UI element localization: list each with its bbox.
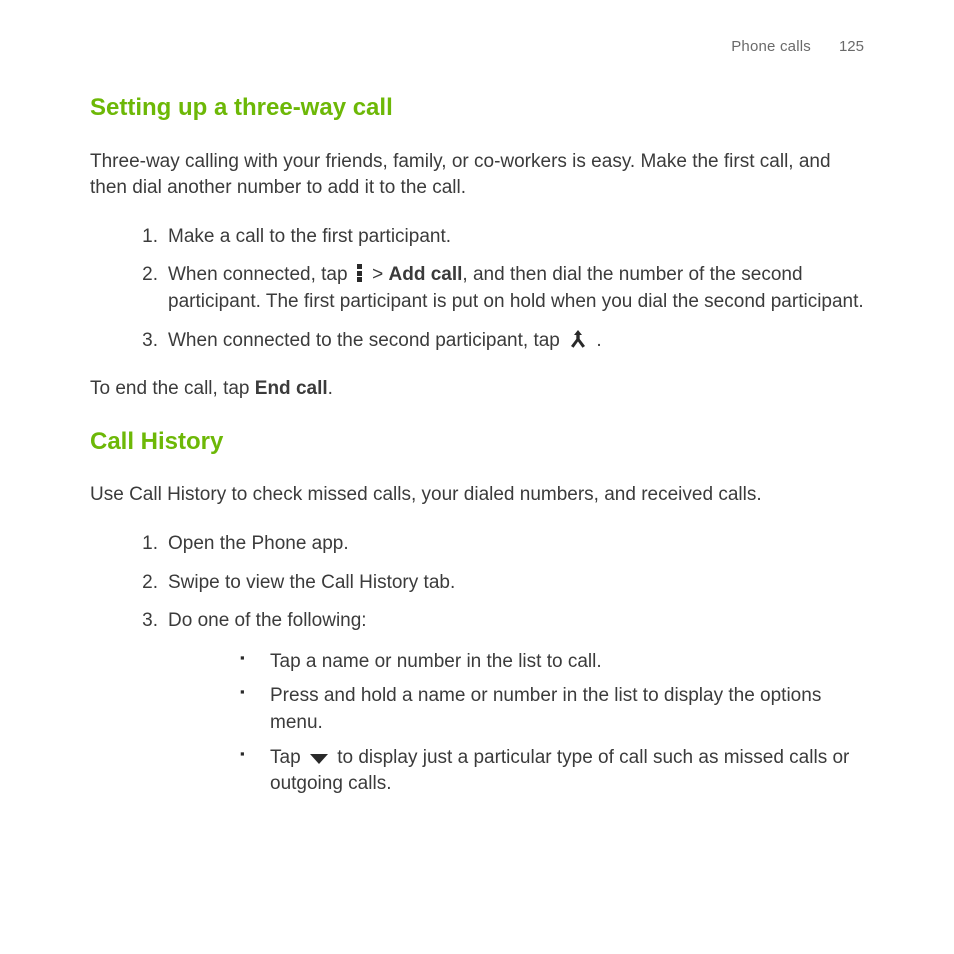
step-number: 2.: [130, 570, 158, 597]
closer-three-way-call: To end the call, tap End call.: [90, 376, 864, 403]
step-number: 3.: [130, 328, 158, 355]
step-3: 3. When connected to the second particip…: [130, 328, 864, 355]
bullet-text-b: to display just a particular type of cal…: [270, 747, 849, 795]
header-page-number: 125: [839, 36, 864, 57]
bullet-list: Tap a name or number in the list to call…: [168, 649, 864, 798]
step-text: Swipe to view the Call History tab.: [168, 572, 455, 593]
step-text-part-a: When connected to the second participant…: [168, 330, 565, 351]
step-text: Make a call to the first participant.: [168, 226, 451, 247]
heading-three-way-call: Setting up a three-way call: [90, 91, 864, 125]
bullet-1: Tap a name or number in the list to call…: [240, 649, 864, 676]
step-number: 1.: [130, 224, 158, 251]
dropdown-filter-icon: [310, 754, 328, 764]
step-3: 3. Do one of the following: Tap a name o…: [130, 608, 864, 798]
step-text: Open the Phone app.: [168, 533, 349, 554]
closer-b: .: [328, 378, 333, 399]
step-2: 2. When connected, tap > Add call, and t…: [130, 262, 864, 315]
more-options-icon: [357, 264, 363, 282]
page-header: Phone calls 125: [90, 36, 864, 57]
end-call-label: End call: [255, 378, 328, 399]
bullet-text-a: Tap: [270, 747, 306, 768]
step-text-part-b: .: [591, 330, 602, 351]
intro-three-way-call: Three-way calling with your friends, fam…: [90, 149, 864, 202]
closer-a: To end the call, tap: [90, 378, 255, 399]
bullet-3: Tap to display just a particular type of…: [240, 745, 864, 798]
step-number: 3.: [130, 608, 158, 635]
step-number: 1.: [130, 531, 158, 558]
step-text: Do one of the following:: [168, 610, 367, 631]
steps-three-way-call: 1. Make a call to the first participant.…: [90, 224, 864, 354]
add-call-label: Add call: [389, 264, 463, 285]
heading-call-history: Call History: [90, 425, 864, 459]
step-1: 1. Open the Phone app.: [130, 531, 864, 558]
step-1: 1. Make a call to the first participant.: [130, 224, 864, 251]
header-section: Phone calls: [731, 36, 811, 57]
step-text-gt: >: [367, 264, 389, 285]
step-2: 2. Swipe to view the Call History tab.: [130, 570, 864, 597]
step-number: 2.: [130, 262, 158, 289]
intro-call-history: Use Call History to check missed calls, …: [90, 482, 864, 509]
merge-calls-icon: [569, 329, 587, 349]
step-text-part-a: When connected, tap: [168, 264, 353, 285]
bullet-2: Press and hold a name or number in the l…: [240, 683, 864, 736]
steps-call-history: 1. Open the Phone app. 2. Swipe to view …: [90, 531, 864, 798]
